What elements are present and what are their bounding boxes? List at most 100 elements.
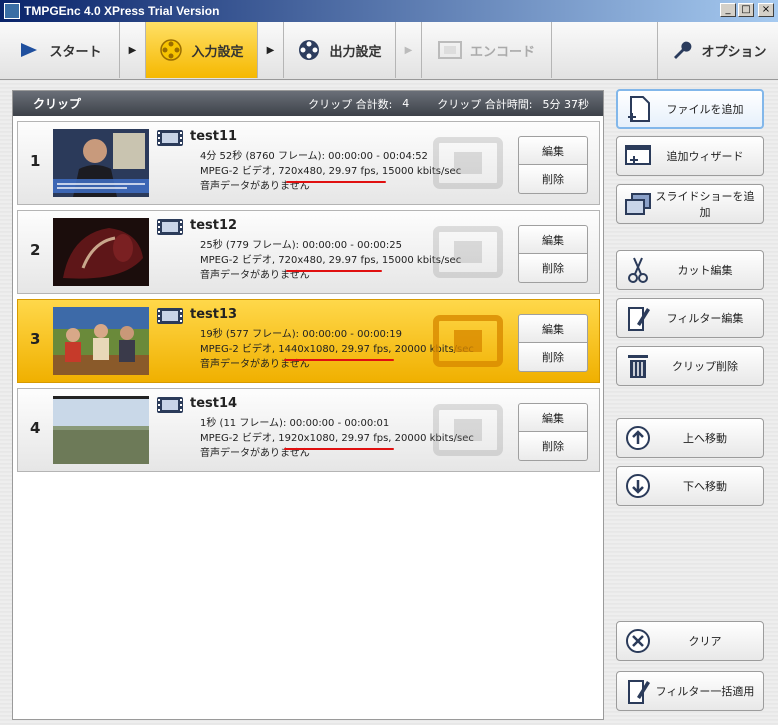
wizard-window-icon <box>623 141 653 171</box>
main-area: クリップ クリップ 合計数: 4 クリップ 合計時間: 5分 37秒 1 tes… <box>0 80 778 725</box>
move-down-label: 下へ移動 <box>683 480 727 493</box>
tab-input-label: 入力設定 <box>191 44 244 60</box>
clip-number: 3 <box>30 330 41 348</box>
clip-name: test14 <box>190 396 238 411</box>
clip-duration-info: 1秒 (11 フレーム): 00:00:00 - 00:00:01 <box>200 418 390 429</box>
clip-number: 1 <box>30 152 41 170</box>
clip-delete-label: クリップ削除 <box>672 360 738 373</box>
minimize-button[interactable]: _ <box>720 3 736 17</box>
step-arrow-3: ▶ <box>396 22 422 78</box>
film-watermark-icon <box>432 401 504 459</box>
app-icon <box>4 3 20 19</box>
tab-output-label: 出力設定 <box>329 44 382 60</box>
clear-label: クリア <box>688 635 722 648</box>
close-button[interactable]: × <box>758 3 774 17</box>
clip-count-label: クリップ 合計数: <box>308 97 393 111</box>
delete-button[interactable]: 削除 <box>518 165 588 194</box>
film-reel-icon <box>159 38 183 62</box>
clip-name: test12 <box>190 218 238 233</box>
film-watermark-icon <box>432 134 504 192</box>
scissors-icon <box>623 255 653 285</box>
clip-count: 4 <box>402 97 410 110</box>
tab-output-settings[interactable]: 出力設定 <box>284 22 396 78</box>
video-icon <box>156 218 184 236</box>
clip-number: 4 <box>30 419 41 437</box>
clip-time-label: クリップ 合計時間: <box>437 97 533 111</box>
delete-button[interactable]: 削除 <box>518 254 588 283</box>
clip-item-2[interactable]: 2 test12 25秒 (779 フレーム): 00:00:00 - 00:0… <box>17 210 600 294</box>
red-annotation-underline <box>284 448 394 450</box>
trash-icon <box>623 351 653 381</box>
clip-video-info: MPEG-2 ビデオ, 720x480, 29.97 fps, 15000 kb… <box>200 166 462 177</box>
clip-name: test13 <box>190 307 238 322</box>
tab-options[interactable]: オプション <box>658 22 778 78</box>
add-wizard-button[interactable]: 追加ウィザード <box>616 136 764 176</box>
pencil-document-icon <box>623 676 653 706</box>
filter-edit-button[interactable]: フィルター編集 <box>616 298 764 338</box>
video-icon <box>156 396 184 414</box>
filter-batch-label: フィルター一括適用 <box>655 685 755 698</box>
clip-thumbnail <box>53 307 149 375</box>
step-arrow-2: ▶ <box>258 22 284 78</box>
tab-start-label: スタート <box>49 44 102 60</box>
red-annotation-underline <box>286 181 386 183</box>
maximize-button[interactable]: □ <box>738 3 754 17</box>
clip-panel-header: クリップ クリップ 合計数: 4 クリップ 合計時間: 5分 37秒 <box>13 91 603 116</box>
clip-time: 5分 37秒 <box>542 97 590 111</box>
film-watermark-icon <box>432 312 504 370</box>
edit-button[interactable]: 編集 <box>518 314 588 343</box>
clip-number: 2 <box>30 241 41 259</box>
film-watermark-icon <box>432 223 504 281</box>
film-reel-icon <box>297 38 321 62</box>
main-toolbar: スタート ▶ 入力設定 ▶ 出力設定 ▶ エンコード オプション <box>0 22 778 80</box>
window-title: TMPGEnc 4.0 XPress Trial Version <box>24 4 220 18</box>
slideshow-icon <box>623 189 653 219</box>
filter-edit-label: フィルター編集 <box>666 312 744 325</box>
clip-video-info: MPEG-2 ビデオ, 720x480, 29.97 fps, 15000 kb… <box>200 255 462 266</box>
add-slideshow-label: スライドショーを追加 <box>655 190 755 219</box>
move-up-button[interactable]: 上へ移動 <box>616 418 764 458</box>
play-icon <box>17 38 41 62</box>
add-file-button[interactable]: ファイルを追加 <box>616 89 764 129</box>
clip-thumbnail <box>53 396 149 464</box>
video-icon <box>156 307 184 325</box>
red-annotation-underline <box>286 270 382 272</box>
clip-item-4[interactable]: 4 test14 1秒 (11 フレーム): 00:00:00 - 00:00:… <box>17 388 600 472</box>
move-down-button[interactable]: 下へ移動 <box>616 466 764 506</box>
add-wizard-label: 追加ウィザード <box>666 150 744 163</box>
clip-duration-info: 4分 52秒 (8760 フレーム): 00:00:00 - 00:04:52 <box>200 151 428 162</box>
clip-thumbnail <box>53 129 149 197</box>
pencil-document-icon <box>623 303 653 333</box>
edit-button[interactable]: 編集 <box>518 136 588 165</box>
clear-button[interactable]: クリア <box>616 621 764 661</box>
move-up-label: 上へ移動 <box>683 432 727 445</box>
clip-panel: クリップ クリップ 合計数: 4 クリップ 合計時間: 5分 37秒 1 tes… <box>12 90 604 720</box>
red-annotation-underline <box>284 359 394 361</box>
clip-delete-button[interactable]: クリップ削除 <box>616 346 764 386</box>
clip-duration-info: 19秒 (577 フレーム): 00:00:00 - 00:00:19 <box>200 329 403 340</box>
delete-button[interactable]: 削除 <box>518 432 588 461</box>
clip-duration-info: 25秒 (779 フレーム): 00:00:00 - 00:00:25 <box>200 240 403 251</box>
delete-button[interactable]: 削除 <box>518 343 588 372</box>
edit-button[interactable]: 編集 <box>518 403 588 432</box>
cut-edit-label: カット編集 <box>677 264 733 277</box>
tab-start[interactable]: スタート <box>0 22 120 78</box>
tab-options-label: オプション <box>701 44 767 60</box>
panel-title: クリップ <box>33 97 82 111</box>
cut-edit-button[interactable]: カット編集 <box>616 250 764 290</box>
arrow-up-icon <box>623 423 653 453</box>
arrow-down-icon <box>623 471 653 501</box>
film-strip-icon <box>437 38 462 62</box>
clip-name: test11 <box>190 129 238 144</box>
tab-input-settings[interactable]: 入力設定 <box>146 22 258 78</box>
step-arrow-1: ▶ <box>120 22 146 78</box>
edit-button[interactable]: 編集 <box>518 225 588 254</box>
video-icon <box>156 129 184 147</box>
tab-encode[interactable]: エンコード <box>422 22 552 78</box>
clip-item-1[interactable]: 1 test11 4分 52秒 (8760 フレーム): 00:00:00 - … <box>17 121 600 205</box>
filter-batch-apply-button[interactable]: フィルター一括適用 <box>616 671 764 711</box>
wrench-icon <box>669 38 693 62</box>
clip-item-3[interactable]: 3 test13 19秒 (577 フレーム): 00:00:00 - 00:0… <box>17 299 600 383</box>
add-slideshow-button[interactable]: スライドショーを追加 <box>616 184 764 224</box>
new-file-icon <box>624 94 654 124</box>
